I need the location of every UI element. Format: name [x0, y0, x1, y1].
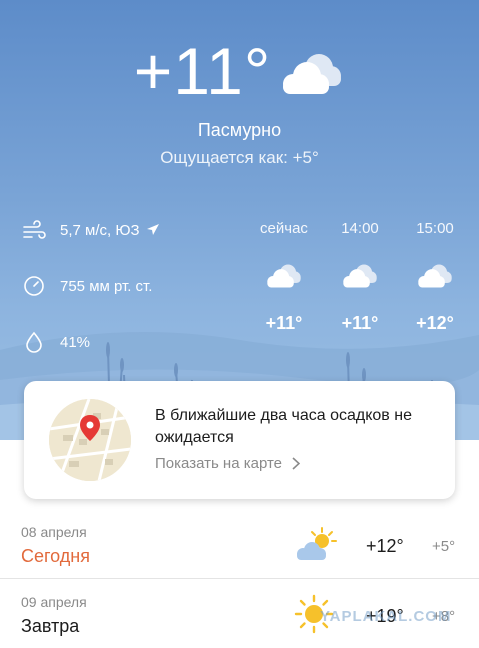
- hourly-time: сейчас: [260, 220, 308, 237]
- show-on-map-label: Показать на карте: [155, 455, 283, 472]
- day-date: 09 апреля: [21, 594, 87, 610]
- day-name: Завтра: [21, 616, 80, 636]
- show-on-map-link[interactable]: Показать на карте: [155, 455, 301, 472]
- hourly-item[interactable]: 14:00 +11°: [330, 220, 390, 334]
- hourly-item[interactable]: сейчас +11°: [254, 220, 314, 334]
- cloud-icon: [343, 264, 377, 288]
- wind-value: 5,7 м/с, ЮЗ: [60, 221, 140, 239]
- hourly-temp: +11°: [265, 313, 303, 333]
- hourly-temp: +12°: [416, 313, 454, 333]
- cloud-icon: [283, 54, 342, 94]
- cloud-icon: [418, 264, 452, 288]
- hourly-time: 15:00: [416, 220, 454, 237]
- humidity-value: 41%: [60, 333, 91, 351]
- row-divider: [0, 578, 479, 579]
- precipitation-card[interactable]: В ближайшие два часа осадков не ожидаетс…: [24, 381, 455, 499]
- humidity-detail: 41%: [22, 330, 90, 354]
- day-high-temp: +12°: [366, 536, 404, 556]
- wind-detail: 5,7 м/с, ЮЗ: [22, 218, 160, 242]
- condition-text: Пасмурно: [197, 120, 282, 140]
- wind-icon: [22, 218, 46, 242]
- day-date: 08 апреля: [21, 524, 87, 540]
- feels-like-text: Ощущается как: +5°: [160, 148, 319, 167]
- wind-direction-icon: [146, 224, 159, 235]
- drop-icon: [22, 330, 46, 354]
- pressure-detail: 755 мм рт. ст.: [22, 274, 152, 298]
- day-low-temp: +5°: [432, 538, 456, 555]
- hourly-time: 14:00: [341, 220, 379, 237]
- partly-cloudy-icon: [297, 527, 337, 560]
- current-temperature: +11°: [133, 34, 272, 108]
- watermark: YAPLAKAL.COM: [320, 608, 452, 625]
- hourly-temp: +11°: [341, 313, 379, 333]
- weather-hero: +11° Пасмурно Ощущается как: +5° 5,7 м/с…: [0, 0, 479, 440]
- map-thumbnail[interactable]: [49, 399, 131, 481]
- cloud-icon: [267, 264, 301, 288]
- chevron-right-icon: [292, 457, 301, 470]
- day-name: Сегодня: [21, 546, 90, 566]
- hourly-item[interactable]: 15:00 +12°: [405, 220, 465, 334]
- precipitation-message: В ближайшие два часа осадков не ожидаетс…: [155, 407, 412, 446]
- day-forecast-row[interactable]: 08 апреля Сегодня +12° +5°: [0, 512, 479, 578]
- pressure-value: 755 мм рт. ст.: [60, 277, 153, 295]
- gauge-icon: [22, 274, 46, 298]
